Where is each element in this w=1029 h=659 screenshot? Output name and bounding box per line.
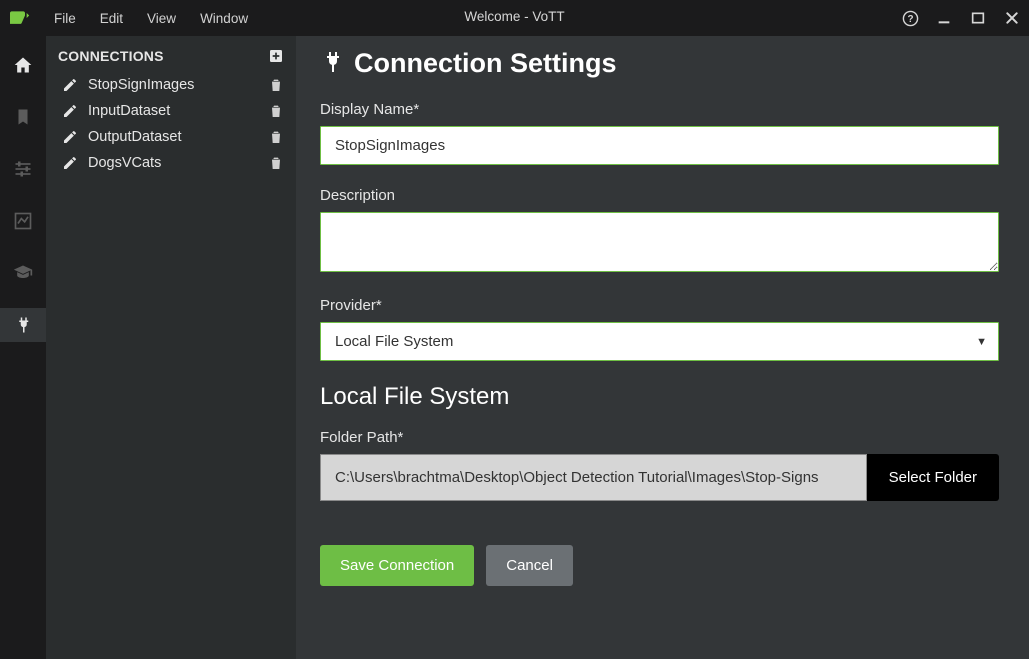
content-area: Connection Settings Display Name* Descri… [296,36,1029,659]
save-connection-button[interactable]: Save Connection [320,545,474,586]
provider-select[interactable]: Local File System [320,322,999,361]
connection-row[interactable]: InputDataset [56,98,288,124]
menu-bar: File Edit View Window [44,7,258,30]
main-area: CONNECTIONS StopSignImages InputDataset … [0,36,1029,659]
help-icon[interactable]: ? [901,9,919,27]
connection-label: StopSignImages [88,77,258,93]
graduation-cap-icon[interactable] [0,256,46,290]
svg-text:?: ? [907,14,913,25]
display-name-input[interactable] [320,126,999,165]
connection-row[interactable]: StopSignImages [56,72,288,98]
connection-label: OutputDataset [88,129,258,145]
close-icon[interactable] [1003,9,1021,27]
add-connection-icon[interactable] [268,48,284,64]
trash-icon[interactable] [268,77,284,93]
edit-icon [62,103,78,119]
page-title: Connection Settings [354,48,617,79]
app-logo-icon [10,8,30,28]
titlebar: File Edit View Window Welcome - VoTT ? [0,0,1029,36]
provider-label: Provider* [320,297,999,314]
connection-label: DogsVCats [88,155,258,171]
plug-icon [320,50,344,77]
folder-path-label: Folder Path* [320,429,999,446]
connection-row[interactable]: OutputDataset [56,124,288,150]
display-name-label: Display Name* [320,101,999,118]
activity-bar [0,36,46,659]
select-folder-button[interactable]: Select Folder [867,454,999,501]
maximize-icon[interactable] [969,9,987,27]
cancel-button[interactable]: Cancel [486,545,573,586]
description-input[interactable] [320,212,999,272]
description-label: Description [320,187,999,204]
trash-icon[interactable] [268,155,284,171]
connections-panel: CONNECTIONS StopSignImages InputDataset … [46,36,296,659]
minimize-icon[interactable] [935,9,953,27]
bookmark-icon[interactable] [0,100,46,134]
edit-icon [62,129,78,145]
connection-label: InputDataset [88,103,258,119]
home-icon[interactable] [0,48,46,82]
menu-view[interactable]: View [137,7,186,30]
sliders-icon[interactable] [0,152,46,186]
menu-window[interactable]: Window [190,7,258,30]
trash-icon[interactable] [268,103,284,119]
connections-list: StopSignImages InputDataset OutputDatase… [56,72,288,176]
section-title: Local File System [320,383,999,411]
edit-icon [62,77,78,93]
menu-edit[interactable]: Edit [90,7,133,30]
chart-icon[interactable] [0,204,46,238]
trash-icon[interactable] [268,129,284,145]
connections-header: CONNECTIONS [58,48,164,64]
menu-file[interactable]: File [44,7,86,30]
connection-row[interactable]: DogsVCats [56,150,288,176]
folder-path-input[interactable] [320,454,867,501]
edit-icon [62,155,78,171]
plug-icon[interactable] [0,308,46,342]
